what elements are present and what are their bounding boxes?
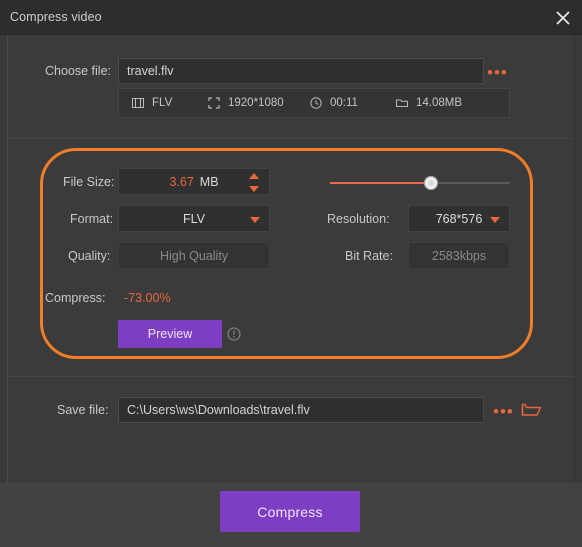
clock-icon	[309, 96, 323, 110]
divider-bottom	[8, 376, 574, 377]
chevron-down-icon[interactable]	[250, 217, 260, 223]
file-size-input[interactable]: 3.67 MB	[118, 168, 270, 195]
info-icon[interactable]	[227, 327, 241, 341]
file-metadata-strip: FLV 1920*1080 00:11 14.08MB	[118, 88, 510, 118]
metadata-duration-text: 00:11	[330, 97, 358, 109]
quality-label: Quality:	[68, 249, 111, 263]
panel-edge-right	[574, 35, 575, 483]
choose-file-browse-button[interactable]: •••	[487, 64, 508, 81]
compress-ratio-value: -73.00%	[124, 291, 171, 305]
close-icon[interactable]	[552, 7, 574, 29]
stepper-down-icon[interactable]	[249, 186, 259, 192]
window-title: Compress video	[10, 10, 102, 24]
format-value: FLV	[183, 211, 205, 226]
format-dropdown[interactable]: FLV	[118, 205, 270, 232]
compression-slider[interactable]	[330, 176, 510, 190]
bit-rate-value: 2583kbps	[431, 248, 487, 263]
metadata-filesize: 14.08MB	[395, 89, 462, 117]
save-file-browse-button[interactable]: •••	[493, 403, 514, 420]
metadata-resolution-text: 1920*1080	[228, 97, 284, 109]
resolution-value: 768*576	[435, 211, 483, 226]
format-label: Format:	[70, 212, 114, 226]
film-strip-icon	[131, 96, 145, 110]
metadata-duration: 00:11	[309, 89, 358, 117]
bit-rate-label: Bit Rate:	[345, 249, 393, 263]
divider-top	[8, 138, 574, 139]
metadata-format: FLV	[131, 89, 172, 117]
slider-knob[interactable]	[423, 176, 438, 190]
metadata-filesize-text: 14.08MB	[416, 97, 463, 109]
quality-value: High Quality	[159, 248, 229, 263]
bit-rate-field: 2583kbps	[408, 242, 510, 269]
metadata-resolution: 1920*1080	[207, 89, 284, 117]
resize-corners-icon	[207, 96, 221, 110]
open-folder-icon[interactable]	[521, 400, 542, 419]
choose-file-label: Choose file:	[45, 64, 112, 78]
choose-file-input[interactable]	[118, 58, 484, 84]
chevron-down-icon[interactable]	[490, 217, 500, 223]
folder-icon	[395, 96, 409, 110]
file-size-stepper[interactable]	[249, 173, 260, 192]
slider-fill	[330, 182, 431, 184]
file-size-label: File Size:	[63, 175, 115, 189]
compress-video-window: Compress video Choose file: ••• FLV	[0, 0, 582, 547]
save-file-label: Save file:	[57, 403, 109, 417]
resolution-dropdown[interactable]: 768*576	[408, 205, 510, 232]
compress-button[interactable]: Compress	[220, 491, 360, 532]
file-size-unit: MB	[199, 174, 219, 189]
quality-field: High Quality	[118, 242, 270, 269]
resolution-label: Resolution:	[327, 212, 390, 226]
stepper-up-icon[interactable]	[249, 173, 259, 179]
file-size-value: 3.67	[169, 174, 194, 189]
title-bar: Compress video	[0, 0, 582, 35]
save-file-input[interactable]	[118, 397, 484, 423]
preview-button[interactable]: Preview	[118, 320, 222, 348]
metadata-format-text: FLV	[152, 97, 173, 109]
compress-ratio-label: Compress:	[45, 291, 106, 305]
